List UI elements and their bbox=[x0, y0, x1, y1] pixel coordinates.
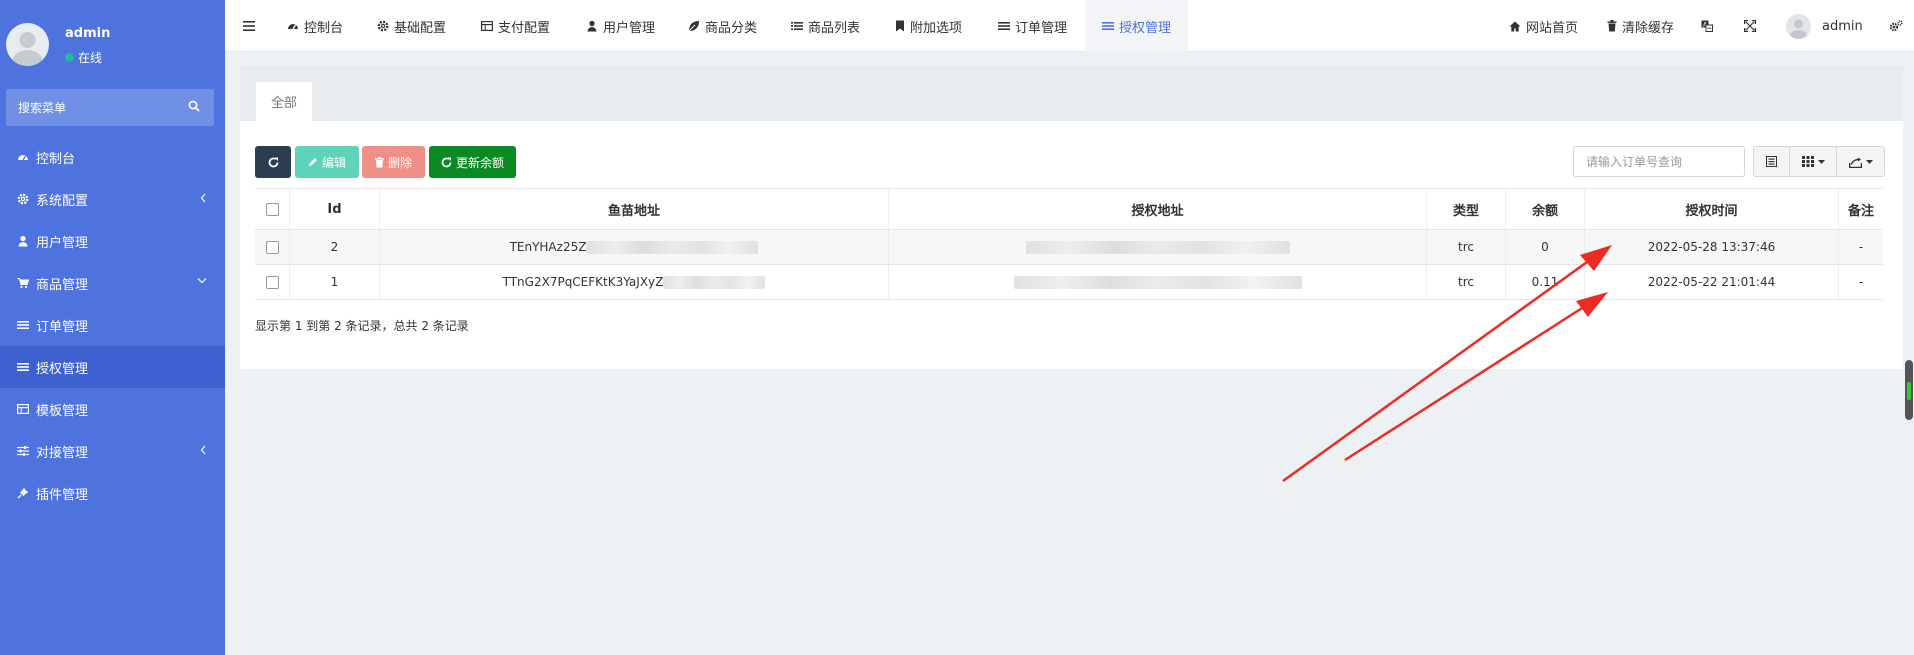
red-arrow bbox=[1344, 292, 1608, 462]
scrollbar-thumb[interactable] bbox=[1905, 360, 1913, 420]
red-arrow bbox=[1282, 245, 1612, 483]
annotation-arrows bbox=[1282, 245, 1612, 483]
